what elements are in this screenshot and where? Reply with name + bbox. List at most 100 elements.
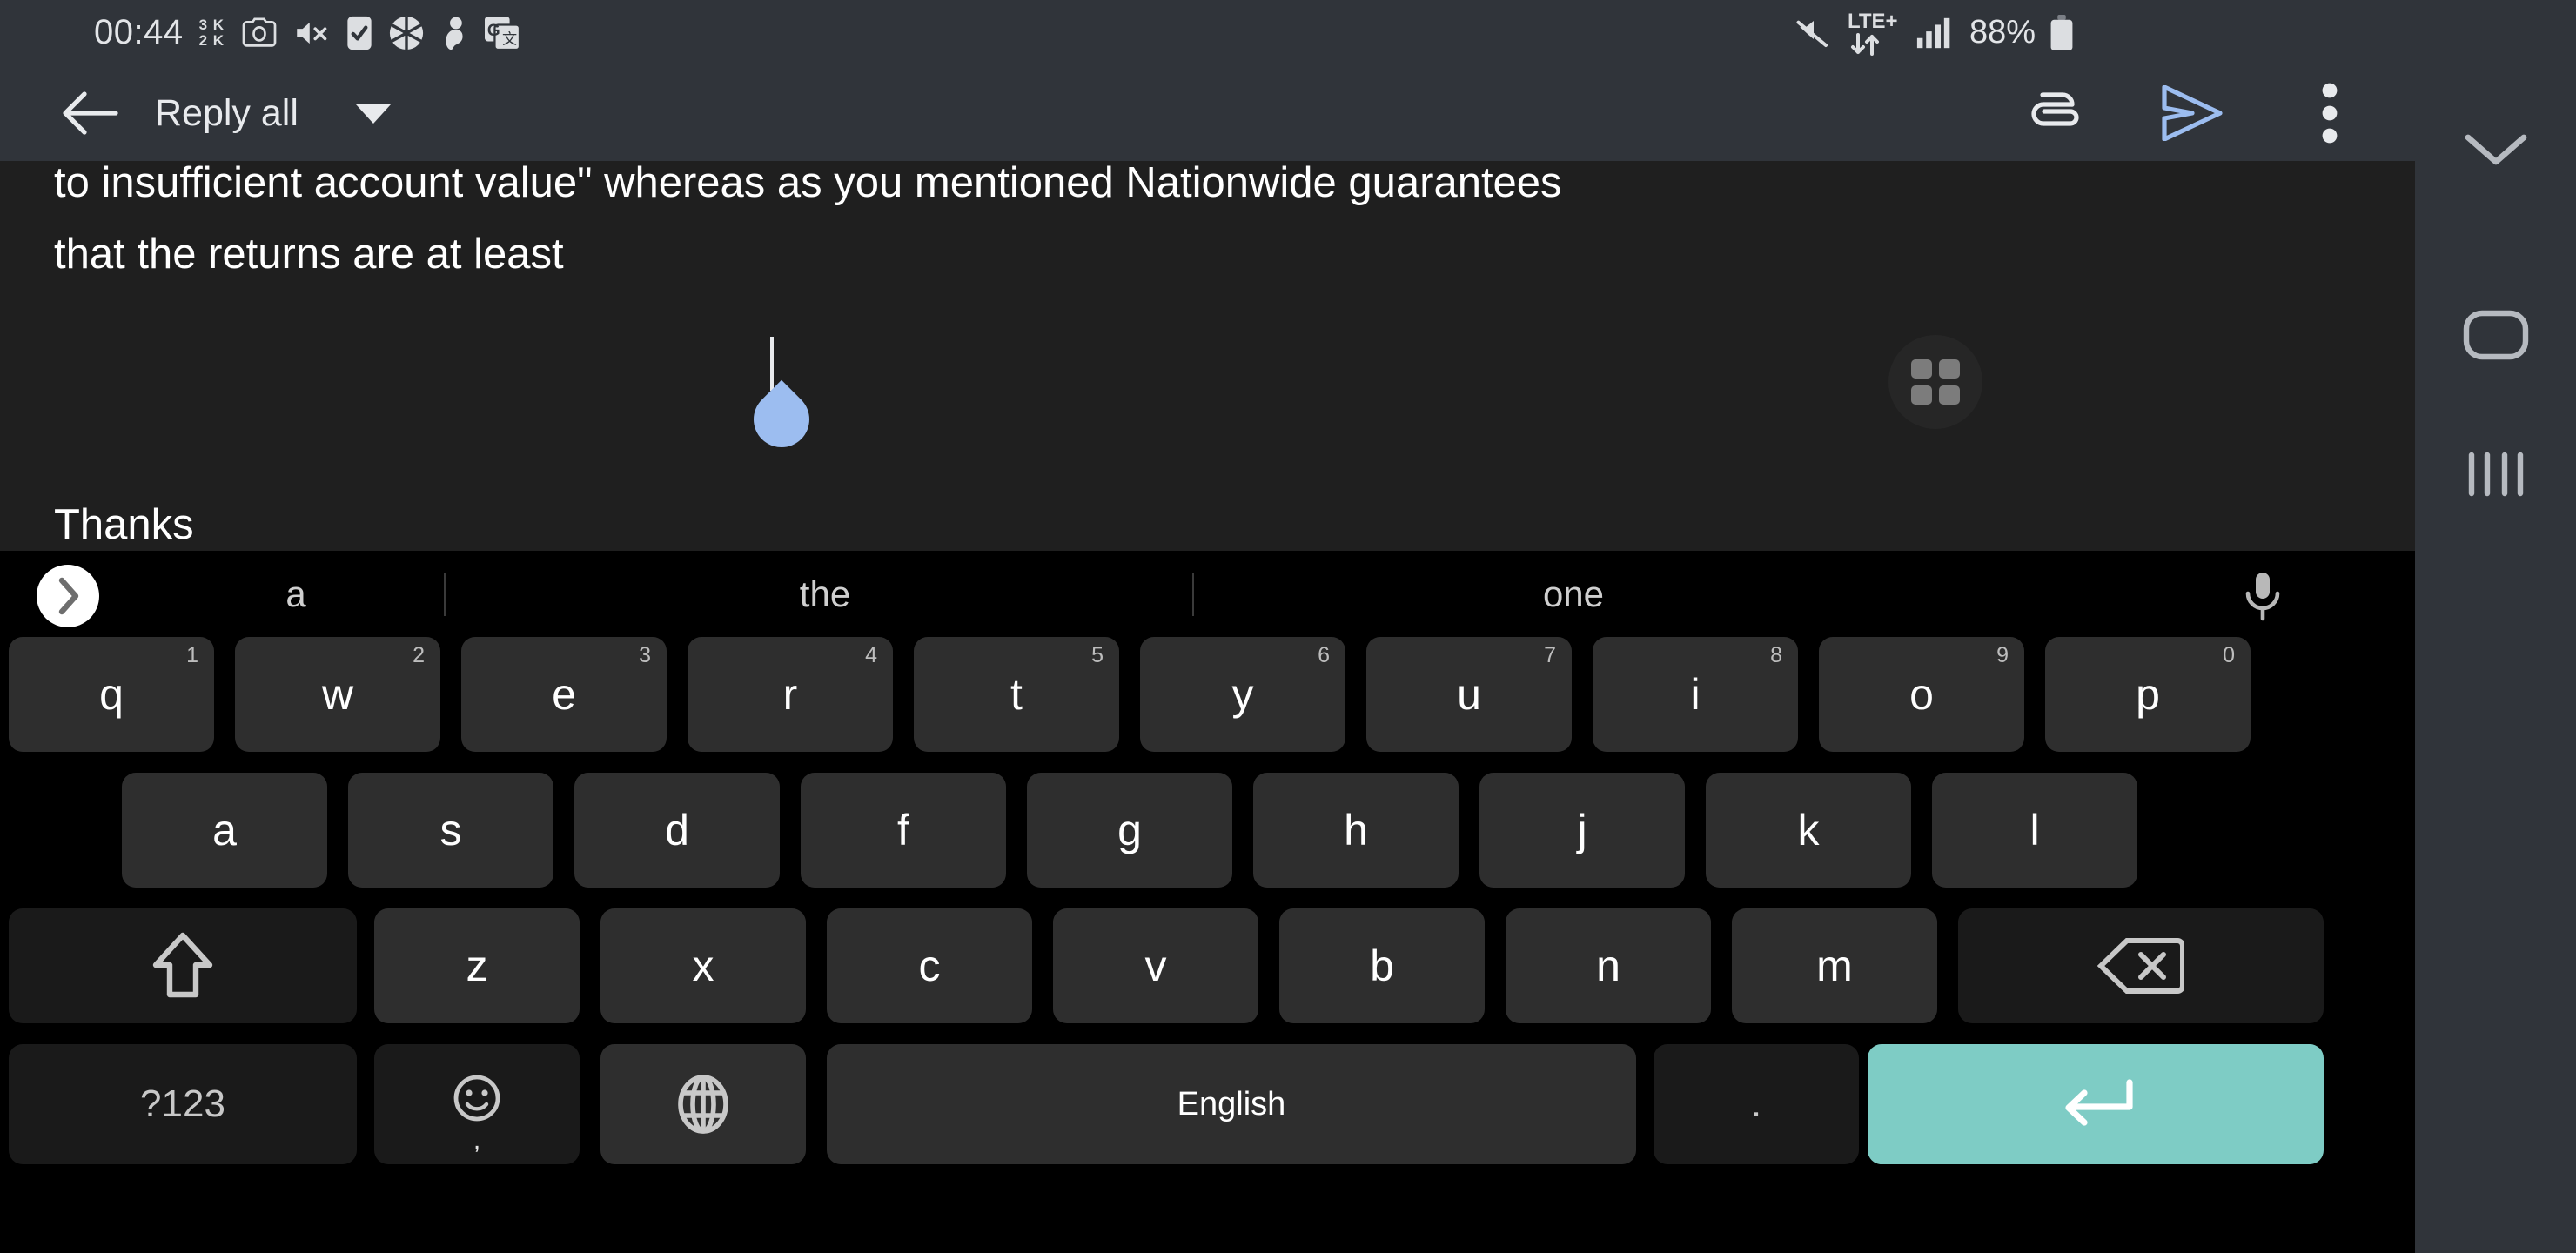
compose-body-field[interactable]: to insufficient account value" whereas a… <box>0 161 2415 551</box>
text-selection-handle[interactable] <box>741 379 822 459</box>
key-k[interactable]: k <box>1706 773 1911 888</box>
key-j[interactable]: j <box>1479 773 1685 888</box>
shift-arrow-icon <box>152 932 213 998</box>
suggestion-divider <box>444 573 446 616</box>
recents-bars-icon <box>2468 452 2523 497</box>
key-a[interactable]: a <box>122 773 327 888</box>
key-backspace[interactable] <box>1958 908 2324 1023</box>
text-caret <box>770 337 774 391</box>
key-c[interactable]: c <box>827 908 1032 1023</box>
key-z[interactable]: z <box>374 908 580 1023</box>
key-number-hint: 3 <box>639 643 651 667</box>
key-period[interactable]: . <box>1654 1044 1859 1164</box>
send-button[interactable] <box>2159 80 2225 146</box>
resolution-badge-top: 3 K <box>198 16 225 33</box>
key-label: b <box>1370 941 1394 990</box>
backspace-icon <box>2097 938 2184 994</box>
key-enter[interactable] <box>1868 1044 2324 1164</box>
key-label: u <box>1457 670 1481 719</box>
key-label: p <box>2136 670 2160 719</box>
grid-square <box>1939 385 1960 405</box>
key-number-hint: 0 <box>2223 643 2235 667</box>
overflow-menu-button[interactable] <box>2297 80 2363 146</box>
back-button[interactable] <box>59 83 120 144</box>
home-button[interactable] <box>2415 283 2576 387</box>
status-bar: 00:44 3 K 2 K G 文 LTE+ 88% <box>0 0 2415 65</box>
key-b[interactable]: b <box>1279 908 1485 1023</box>
resolution-badge-bottom: 2 K <box>198 31 225 49</box>
key-d[interactable]: d <box>574 773 780 888</box>
on-screen-keyboard: a the one q1w2e3r4t5y6u7i8o9p0 asdfghjkl… <box>0 551 2415 1253</box>
key-label: x <box>692 941 714 990</box>
emoji-smiley-icon <box>453 1075 500 1122</box>
keyboard-row-4: ?123, English. <box>0 1044 2415 1185</box>
key-v[interactable]: v <box>1053 908 1258 1023</box>
suggestion-item-2[interactable]: one <box>1208 551 1939 637</box>
suggestion-item-1[interactable]: the <box>460 551 1191 637</box>
paperclip-icon <box>2031 92 2079 126</box>
key-h[interactable]: h <box>1253 773 1459 888</box>
svg-text:LTE+: LTE+ <box>1848 10 1898 33</box>
chevron-down-icon <box>355 104 391 124</box>
grid-square <box>1911 359 1932 379</box>
key-x[interactable]: x <box>600 908 806 1023</box>
resolution-badge: 3 K 2 K <box>199 17 225 49</box>
key-m[interactable]: m <box>1732 908 1937 1023</box>
key-label: t <box>1010 670 1023 719</box>
key-number-hint: 7 <box>1544 643 1556 667</box>
recents-button[interactable] <box>2415 422 2576 526</box>
google-translate-icon: G文 <box>484 16 521 50</box>
key-space[interactable]: English <box>827 1044 1636 1164</box>
key-f[interactable]: f <box>801 773 1006 888</box>
reply-mode-dropdown[interactable] <box>354 101 392 125</box>
key-o[interactable]: o9 <box>1819 637 2024 752</box>
key-label: ?123 <box>140 1082 225 1125</box>
key-label: y <box>1231 670 1254 719</box>
battery-percent-label: 88% <box>1969 14 2036 50</box>
globe-icon <box>678 1075 728 1134</box>
key-t[interactable]: t5 <box>914 637 1119 752</box>
expand-toolbar-button[interactable] <box>37 565 99 627</box>
key-label: n <box>1596 941 1620 990</box>
volume-mute-icon <box>294 17 331 49</box>
key-u[interactable]: u7 <box>1366 637 1572 752</box>
key-symbols[interactable]: ?123 <box>9 1044 357 1164</box>
hide-keyboard-button[interactable] <box>2415 97 2576 202</box>
send-icon <box>2162 85 2223 141</box>
key-shift[interactable] <box>9 908 357 1023</box>
key-number-hint: 6 <box>1318 643 1330 667</box>
key-p[interactable]: p0 <box>2045 637 2251 752</box>
key-y[interactable]: y6 <box>1140 637 1345 752</box>
key-r[interactable]: r4 <box>688 637 893 752</box>
status-bar-right: LTE+ 88% <box>1795 7 2074 59</box>
voice-input-button[interactable] <box>2232 566 2293 627</box>
key-language[interactable] <box>600 1044 806 1164</box>
key-emoji[interactable]: , <box>374 1044 580 1164</box>
key-label: . <box>1750 1082 1762 1125</box>
key-label: i <box>1690 670 1701 719</box>
key-n[interactable]: n <box>1506 908 1711 1023</box>
toolbar-actions <box>2022 80 2363 146</box>
key-g[interactable]: g <box>1027 773 1232 888</box>
grid-square <box>1911 385 1932 405</box>
system-navigation-bar <box>2415 0 2576 1253</box>
suggestion-item-0[interactable]: a <box>148 551 444 637</box>
key-number-hint: 8 <box>1770 643 1782 667</box>
status-clock: 00:44 <box>94 13 184 51</box>
key-number-hint: 9 <box>1996 643 2009 667</box>
status-bar-left: 00:44 3 K 2 K G 文 <box>94 13 521 52</box>
key-w[interactable]: w2 <box>235 637 440 752</box>
key-q[interactable]: q1 <box>9 637 214 752</box>
key-i[interactable]: i8 <box>1593 637 1798 752</box>
key-l[interactable]: l <box>1932 773 2137 888</box>
key-label: o <box>1909 670 1934 719</box>
key-label: f <box>897 806 909 854</box>
key-label: l <box>2029 806 2040 854</box>
grid-4-squares-icon[interactable] <box>1888 335 1982 429</box>
attach-button[interactable] <box>2022 80 2088 146</box>
chevron-down-icon <box>2465 134 2526 165</box>
key-e[interactable]: e3 <box>461 637 667 752</box>
data-transfer-icon: LTE+ <box>1846 7 1902 59</box>
key-s[interactable]: s <box>348 773 553 888</box>
keyboard-row-1: q1w2e3r4t5y6u7i8o9p0 <box>0 637 2415 773</box>
